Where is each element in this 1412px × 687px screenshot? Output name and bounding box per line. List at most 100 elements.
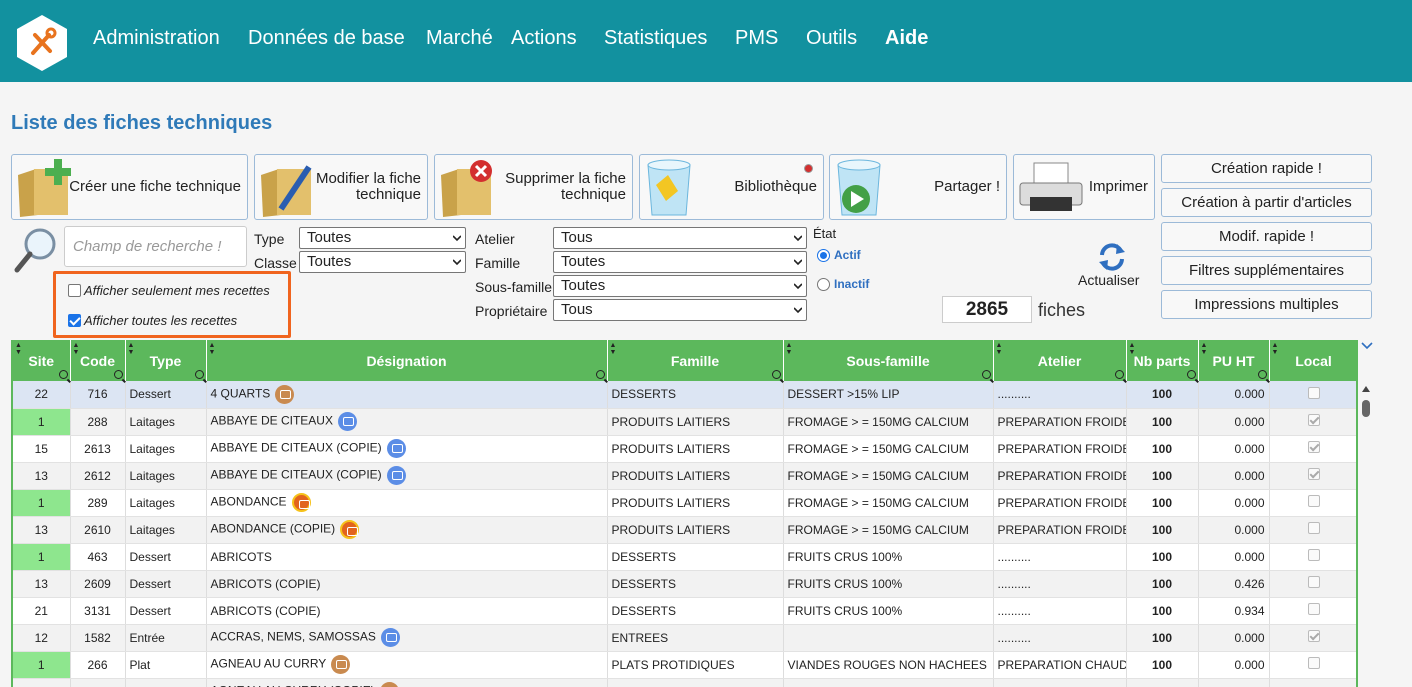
- column-header[interactable]: ▲ ▼ Famille: [607, 340, 784, 381]
- sort-icon[interactable]: ▲ ▼: [1129, 342, 1136, 356]
- type-select[interactable]: Toutes: [299, 227, 466, 249]
- table-row[interactable]: 1 266 Plat AGNEAU AU CURRY PLATS PROTIDIQUES…: [13, 651, 1356, 679]
- radio-actif[interactable]: [817, 248, 830, 262]
- column-filter-icon[interactable]: [1114, 370, 1124, 379]
- cell-text: Dessert: [129, 603, 171, 618]
- table-row[interactable]: 13 2609 Dessert ABRICOTS (COPIE) DESSERTS FRU…: [13, 570, 1356, 598]
- column-filter-icon[interactable]: [981, 370, 991, 379]
- sort-icon[interactable]: ▲ ▼: [73, 342, 80, 356]
- collapse-chevron-icon[interactable]: [1361, 342, 1373, 350]
- nav-actions[interactable]: Actions: [511, 27, 577, 50]
- search-input[interactable]: [64, 226, 247, 267]
- table-row[interactable]: 1 463 Dessert ABRICOTS DESSERTS FRUITS CRUS 1…: [13, 543, 1356, 571]
- sort-icon[interactable]: ▲ ▼: [128, 342, 135, 356]
- column-filter-icon[interactable]: [194, 370, 204, 379]
- share-button[interactable]: Partager !: [829, 154, 1007, 220]
- refresh-label[interactable]: Actualiser: [1078, 272, 1139, 288]
- nav-donnees-de-base[interactable]: Données de base: [248, 27, 405, 50]
- extra-filters-button[interactable]: Filtres supplémentaires: [1161, 256, 1372, 285]
- proprietaire-select[interactable]: Tous: [553, 299, 807, 321]
- table-row[interactable]: 13 2612 Laitages ABBAYE DE CITEAUX (COPIE) P…: [13, 462, 1356, 490]
- refresh-icon[interactable]: [1097, 241, 1127, 273]
- checkbox-mine-only[interactable]: [68, 284, 81, 297]
- sort-icon[interactable]: ▲ ▼: [610, 342, 617, 356]
- nav-statistiques[interactable]: Statistiques: [604, 27, 707, 50]
- table-row[interactable]: 21 3131 Dessert ABRICOTS (COPIE) DESSERTS FRU…: [13, 597, 1356, 625]
- column-filter-icon[interactable]: [113, 370, 123, 379]
- nav-marche[interactable]: Marché: [426, 27, 493, 50]
- column-header[interactable]: ▲ ▼ Type: [125, 340, 207, 381]
- nav-outils[interactable]: Outils: [806, 27, 857, 50]
- local-checkbox[interactable]: [1307, 549, 1320, 561]
- local-checkbox[interactable]: [1307, 630, 1320, 642]
- local-checkbox[interactable]: [1307, 441, 1320, 453]
- column-header[interactable]: ▲ ▼ Code: [70, 340, 126, 381]
- modify-recipe-button[interactable]: Modifier la fiche technique: [254, 154, 428, 220]
- column-header[interactable]: ▲ ▼ Atelier: [993, 340, 1127, 381]
- nav-pms[interactable]: PMS: [735, 27, 778, 50]
- local-checkbox[interactable]: [1307, 576, 1320, 588]
- table-row[interactable]: 1 288 Laitages ABBAYE DE CITEAUX PRODUITS LA…: [13, 408, 1356, 436]
- delete-recipe-button[interactable]: Supprimer la fiche technique: [434, 154, 633, 220]
- column-header[interactable]: ▲ ▼ PU HT: [1198, 340, 1270, 381]
- column-header[interactable]: ▲ ▼ Local: [1269, 340, 1356, 381]
- table-row[interactable]: 13 2610 Laitages ABONDANCE (COPIE) PRODUITS …: [13, 516, 1356, 544]
- mine-only-checkbox[interactable]: Afficher seulement mes recettes: [68, 283, 270, 298]
- table-row[interactable]: 12 1582 Entrée ACCRAS, NEMS, SAMOSSAS ENTREE…: [13, 624, 1356, 652]
- table-row[interactable]: 15 2613 Laitages ABBAYE DE CITEAUX (COPIE) P…: [13, 435, 1356, 463]
- column-filter-icon[interactable]: [58, 370, 68, 379]
- column-header[interactable]: ▲ ▼ Site: [13, 340, 71, 381]
- all-recipes-checkbox[interactable]: Afficher toutes les recettes: [68, 313, 237, 328]
- sort-icon[interactable]: ▲ ▼: [15, 342, 22, 356]
- column-filter-icon[interactable]: [771, 370, 781, 379]
- print-button[interactable]: Imprimer: [1013, 154, 1155, 220]
- radio-inactif[interactable]: [817, 277, 830, 291]
- famille-select[interactable]: Toutes: [553, 251, 807, 273]
- local-checkbox[interactable]: [1307, 468, 1320, 480]
- sort-icon[interactable]: ▲ ▼: [1201, 342, 1208, 356]
- table-row[interactable]: 1 289 Laitages ABONDANCE PRODUITS LAITIERS FR…: [13, 489, 1356, 517]
- column-header[interactable]: ▲ ▼ Désignation: [206, 340, 608, 381]
- search-icon[interactable]: [12, 226, 60, 274]
- column-header[interactable]: ▲ ▼ Sous-famille: [783, 340, 994, 381]
- column-filter-icon[interactable]: [1257, 370, 1267, 379]
- scroll-up-icon[interactable]: [1361, 385, 1371, 393]
- local-checkbox[interactable]: [1307, 386, 1320, 399]
- sort-icon[interactable]: ▲ ▼: [1272, 342, 1279, 356]
- local-checkbox[interactable]: [1307, 522, 1320, 534]
- local-checkbox[interactable]: [1307, 414, 1320, 426]
- cell-name: ABONDANCE: [206, 489, 608, 517]
- actif-radio[interactable]: Actif: [817, 248, 861, 262]
- sort-icon[interactable]: ▲ ▼: [786, 342, 793, 356]
- app-logo-icon[interactable]: [16, 14, 68, 72]
- grid-scrollbar[interactable]: [1360, 380, 1372, 687]
- create-from-articles-button[interactable]: Création à partir d'articles: [1161, 188, 1372, 217]
- table-row[interactable]: AGNEAU AU CURRY (COPIE): [13, 678, 1356, 687]
- cell-text: 3131: [84, 603, 111, 618]
- quick-create-button[interactable]: Création rapide !: [1161, 154, 1372, 183]
- column-header[interactable]: ▲ ▼ Nb parts: [1126, 340, 1199, 381]
- cell-atelier: PREPARATION FROIDE: [993, 462, 1127, 490]
- atelier-select[interactable]: Tous: [553, 227, 807, 249]
- quick-modify-button[interactable]: Modif. rapide !: [1161, 222, 1372, 251]
- table-row[interactable]: 22 716 Dessert 4 QUARTS DESSERTS DESSERT >15%…: [13, 381, 1356, 409]
- chevron-down-icon: [794, 235, 802, 242]
- inactif-radio[interactable]: Inactif: [817, 277, 869, 291]
- column-filter-icon[interactable]: [1186, 370, 1196, 379]
- library-button[interactable]: Bibliothèque: [639, 154, 824, 220]
- local-checkbox[interactable]: [1307, 657, 1320, 669]
- local-checkbox[interactable]: [1307, 603, 1320, 615]
- nav-aide[interactable]: Aide: [885, 27, 928, 50]
- column-filter-icon[interactable]: [595, 370, 605, 379]
- checkbox-all-recipes[interactable]: [68, 314, 81, 327]
- scroll-thumb[interactable]: [1362, 400, 1370, 417]
- multiple-prints-button[interactable]: Impressions multiples: [1161, 290, 1372, 319]
- nav-administration[interactable]: Administration: [93, 27, 220, 50]
- local-checkbox[interactable]: [1307, 495, 1320, 507]
- create-recipe-button[interactable]: Créer une fiche technique: [11, 154, 248, 220]
- sousfamille-select[interactable]: Toutes: [553, 275, 807, 297]
- sort-icon[interactable]: ▲ ▼: [996, 342, 1003, 356]
- sort-icon[interactable]: ▲ ▼: [209, 342, 216, 356]
- classe-select[interactable]: Toutes: [299, 251, 466, 273]
- cell-text: PREPARATION FROIDE: [997, 414, 1126, 429]
